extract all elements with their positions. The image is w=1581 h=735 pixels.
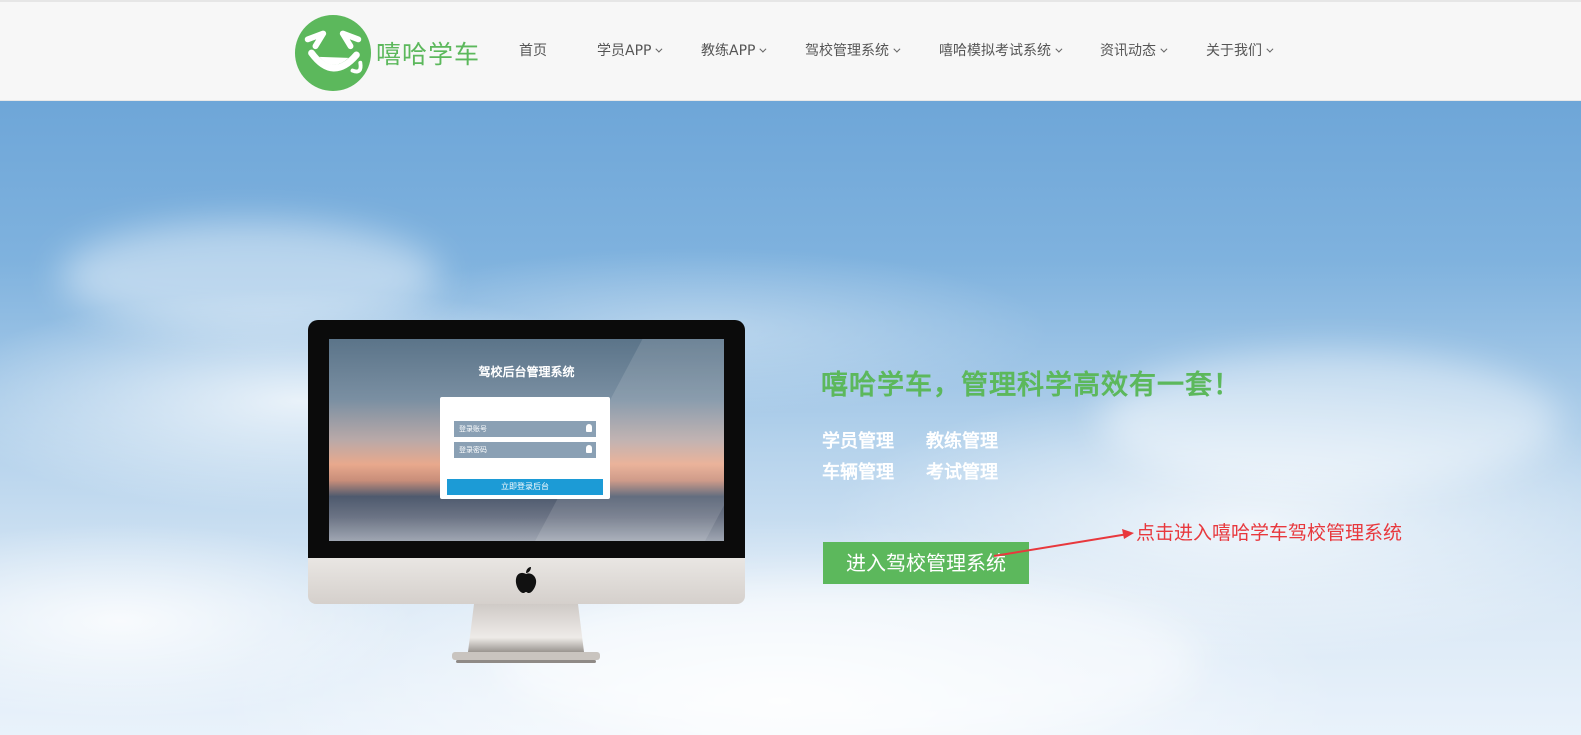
nav-item-coach-app[interactable]: 教练APP <box>701 40 767 60</box>
nav-item-about[interactable]: 关于我们 <box>1206 40 1274 60</box>
brand-name: 嘻哈学车 <box>376 40 481 69</box>
key-icon <box>586 445 592 453</box>
screen-login-button: 立即登录后台 <box>447 479 603 495</box>
feature-label: 车辆管理 <box>822 462 894 483</box>
screen-account-placeholder: 登录账号 <box>459 425 487 433</box>
nav-item-news[interactable]: 资讯动态 <box>1100 40 1168 60</box>
screen-title: 驾校后台管理系统 <box>478 365 575 379</box>
nav-item-student-app[interactable]: 学员APP <box>597 40 663 60</box>
nav-label: 教练APP <box>701 43 756 59</box>
hero-tagline: 嘻哈学车，管理科学高效有一套！ <box>821 370 1241 401</box>
chevron-down-icon <box>1055 45 1063 53</box>
feature-label: 考试管理 <box>926 462 998 483</box>
annotation-arrow-icon <box>993 529 1134 557</box>
brand-logo[interactable]: 嘻哈学车 <box>294 14 480 92</box>
nav-label: 驾校管理系统 <box>805 43 889 59</box>
nav-label: 首页 <box>519 43 547 59</box>
nav-label: 学员APP <box>597 43 652 59</box>
nav-label: 关于我们 <box>1206 43 1262 59</box>
smiley-logo-icon <box>294 14 372 92</box>
nav-item-home[interactable]: 首页 <box>519 40 547 60</box>
site-header: 嘻哈学车 首页 学员APP 教练APP 驾校管理系统 嘻哈模拟考试系统 资讯动态… <box>0 0 1581 101</box>
chevron-down-icon <box>893 45 901 53</box>
nav-item-school-management[interactable]: 驾校管理系统 <box>805 40 901 60</box>
annotation-text: 点击进入嘻哈学车驾校管理系统 <box>1136 522 1403 544</box>
hero-banner: 驾校后台管理系统 登录账号 登录密码 立即登录后台 嘻哈学车，管理科学高效有一套… <box>0 101 1581 735</box>
screen-account-field: 登录账号 <box>454 421 596 437</box>
nav-label: 嘻哈模拟考试系统 <box>939 43 1051 59</box>
cloud-decoration <box>60 221 440 331</box>
monitor-chin <box>308 558 745 604</box>
screen-password-placeholder: 登录密码 <box>459 446 487 454</box>
user-icon <box>586 424 592 432</box>
nav-item-mock-exam[interactable]: 嘻哈模拟考试系统 <box>939 40 1063 60</box>
apple-logo-icon <box>515 567 537 593</box>
chevron-down-icon <box>655 45 663 53</box>
chevron-down-icon <box>1266 45 1274 53</box>
monitor-stand <box>452 604 600 663</box>
chevron-down-icon <box>759 45 767 53</box>
chevron-down-icon <box>1160 45 1168 53</box>
screen-password-field: 登录密码 <box>454 442 596 458</box>
nav-label: 资讯动态 <box>1100 43 1156 59</box>
screen-login-box: 登录账号 登录密码 立即登录后台 <box>440 397 610 499</box>
feature-label: 学员管理 <box>822 431 894 452</box>
feature-label: 教练管理 <box>926 431 998 452</box>
monitor-screen-frame: 驾校后台管理系统 登录账号 登录密码 立即登录后台 <box>308 320 745 558</box>
monitor-illustration: 驾校后台管理系统 登录账号 登录密码 立即登录后台 <box>308 320 745 666</box>
monitor-screen: 驾校后台管理系统 登录账号 登录密码 立即登录后台 <box>329 339 724 541</box>
